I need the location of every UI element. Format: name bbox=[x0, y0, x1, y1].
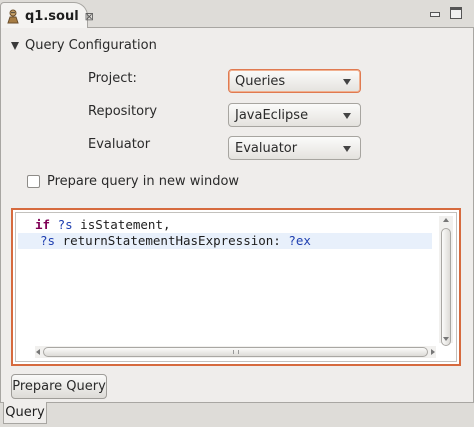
new-window-checkbox[interactable] bbox=[27, 175, 40, 188]
project-label: Project: bbox=[88, 71, 137, 86]
project-select-value: Queries bbox=[235, 73, 286, 89]
code-line-1: if ?s isStatement, bbox=[35, 217, 171, 233]
query-editor[interactable]: if ?s isStatement, ?s returnStatementHas… bbox=[11, 208, 461, 366]
vertical-scroll-thumb[interactable] bbox=[441, 228, 451, 346]
scroll-down-icon[interactable] bbox=[443, 337, 449, 341]
scroll-left-icon[interactable] bbox=[36, 349, 40, 355]
grip-icon bbox=[232, 350, 239, 354]
new-window-label: Prepare query in new window bbox=[47, 174, 240, 189]
evaluator-label: Evaluator bbox=[88, 137, 151, 152]
editor-tab-q1-soul[interactable]: q1.soul ⊠ bbox=[0, 2, 94, 29]
code-keyword: if bbox=[35, 217, 51, 232]
editor-tab-title: q1.soul bbox=[25, 8, 79, 24]
minimize-icon[interactable] bbox=[429, 7, 441, 19]
soul-file-icon bbox=[5, 8, 21, 24]
repository-select-value: JavaEclipse bbox=[235, 107, 309, 123]
section-toggle-query-configuration[interactable]: Query Configuration bbox=[11, 38, 157, 53]
prepare-query-button[interactable]: Prepare Query bbox=[11, 374, 107, 399]
chevron-down-icon bbox=[343, 79, 351, 85]
project-select[interactable]: Queries bbox=[228, 69, 361, 93]
section-title: Query Configuration bbox=[25, 38, 157, 53]
code-variable: ?s bbox=[57, 217, 73, 232]
vertical-scrollbar[interactable] bbox=[439, 216, 453, 346]
evaluator-select[interactable]: Evaluator bbox=[228, 136, 361, 160]
query-text-area[interactable]: if ?s isStatement, ?s returnStatementHas… bbox=[15, 212, 457, 362]
query-editor-panel: Query Configuration Project: Queries Rep… bbox=[0, 28, 474, 402]
maximize-icon[interactable] bbox=[450, 7, 462, 19]
code-line-2: ?s returnStatementHasExpression: ?ex bbox=[40, 233, 311, 249]
repository-label: Repository bbox=[88, 104, 158, 119]
window-controls bbox=[429, 7, 462, 19]
bottom-tab-strip: Query bbox=[0, 402, 474, 427]
horizontal-scrollbar[interactable] bbox=[35, 346, 436, 358]
chevron-down-icon bbox=[343, 113, 351, 119]
chevron-down-icon bbox=[343, 146, 351, 152]
code-text: isStatement, bbox=[72, 217, 171, 232]
code-text: returnStatementHasExpression: bbox=[55, 233, 289, 248]
tab-query[interactable]: Query bbox=[3, 402, 47, 424]
scroll-right-icon[interactable] bbox=[431, 349, 435, 355]
new-window-option[interactable]: Prepare query in new window bbox=[27, 174, 239, 189]
code-variable: ?ex bbox=[288, 233, 311, 248]
scroll-up-icon[interactable] bbox=[443, 218, 449, 222]
expand-triangle-icon bbox=[11, 41, 19, 50]
evaluator-select-value: Evaluator bbox=[235, 140, 298, 156]
editor-tab-strip: q1.soul ⊠ bbox=[0, 0, 474, 29]
horizontal-scroll-thumb[interactable] bbox=[43, 347, 428, 357]
repository-select[interactable]: JavaEclipse bbox=[228, 103, 361, 127]
code-variable: ?s bbox=[40, 233, 56, 248]
close-icon[interactable]: ⊠ bbox=[85, 11, 94, 22]
